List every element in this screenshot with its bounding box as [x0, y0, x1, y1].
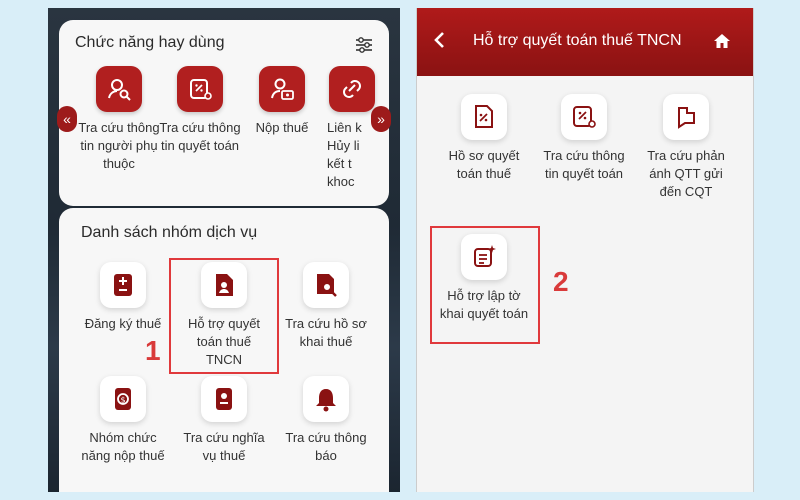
service-item-label: Đăng ký thuế [84, 316, 162, 331]
submenu-item-label: Hồ sơ quyết toán thuế [448, 148, 520, 181]
favorite-item-label: Nộp thuế [255, 120, 309, 135]
page-title: Hỗ trợ quyết toán thuế TNCN [473, 32, 682, 49]
service-item[interactable]: $ Nhóm chức năng nộp thuế [78, 376, 168, 465]
filter-settings-icon[interactable] [353, 34, 375, 56]
feedback-icon [663, 94, 709, 140]
favorite-item[interactable]: Nộp thuế [237, 66, 327, 137]
payment-group-icon: $ [100, 376, 146, 422]
service-item-label: Tra cứu thông báo [285, 430, 367, 463]
svg-text:$: $ [120, 396, 125, 405]
submenu-item[interactable]: Hồ sơ quyết toán thuế [439, 94, 529, 183]
highlight-box-step-2 [430, 226, 540, 344]
service-item[interactable]: Tra cứu thông báo [281, 376, 371, 465]
service-item[interactable]: Tra cứu hồ sơ khai thuế [281, 262, 371, 351]
step-number-1: 1 [145, 335, 161, 366]
scroll-left-button[interactable]: « [57, 106, 77, 132]
header-bar: Hỗ trợ quyết toán thuế TNCN [417, 8, 753, 76]
settlement-info-icon [561, 94, 607, 140]
favorites-card: Chức năng hay dùng Tra cứu thông tin ngư… [57, 20, 391, 206]
service-item-label: Nhóm chức năng nộp thuế [81, 430, 165, 463]
left-phone-screen: Chức năng hay dùng Tra cứu thông tin ngư… [48, 8, 400, 492]
pay-tax-icon [259, 66, 305, 112]
service-item-label: Tra cứu nghĩa vụ thuế [183, 430, 265, 463]
favorite-item[interactable]: Liên k Hủy li kết t khoc [321, 66, 381, 191]
back-arrow-icon[interactable] [431, 30, 449, 50]
services-title: Danh sách nhóm dịch vụ [81, 224, 258, 241]
step-number-2: 2 [553, 266, 569, 297]
favorite-item-label: Liên k Hủy li kết t khoc [327, 120, 362, 189]
obligation-icon [201, 376, 247, 422]
favorite-item[interactable]: Tra cứu thông tin quyết toán [155, 66, 245, 155]
tax-register-icon [100, 262, 146, 308]
service-item[interactable]: Đăng ký thuế [78, 262, 168, 333]
submenu-item[interactable]: Tra cứu phản ánh QTT gửi đến CQT [641, 94, 731, 201]
favorite-item[interactable]: Tra cứu thông tin người phụ thuộc [74, 66, 164, 173]
person-search-icon [96, 66, 142, 112]
service-item-label: Tra cứu hồ sơ khai thuế [285, 316, 367, 349]
submenu-item-label: Tra cứu phản ánh QTT gửi đến CQT [647, 148, 725, 199]
submenu-item[interactable]: Tra cứu thông tin quyết toán [539, 94, 629, 183]
right-phone-screen: Hỗ trợ quyết toán thuế TNCN Hồ sơ quyết … [416, 8, 754, 492]
settlement-info-icon [177, 66, 223, 112]
favorite-item-label: Tra cứu thông tin quyết toán [159, 120, 241, 153]
scroll-right-button[interactable]: » [371, 106, 391, 132]
home-icon[interactable] [713, 32, 731, 50]
bell-icon [303, 376, 349, 422]
favorite-item-label: Tra cứu thông tin người phụ thuộc [78, 120, 160, 171]
highlight-box-step-1 [169, 258, 279, 374]
doc-search-icon [303, 262, 349, 308]
submenu-item-label: Tra cứu thông tin quyết toán [543, 148, 625, 181]
favorites-title: Chức năng hay dùng [75, 34, 225, 51]
link-icon [329, 66, 375, 112]
service-item[interactable]: Tra cứu nghĩa vụ thuế [179, 376, 269, 465]
settlement-file-icon [461, 94, 507, 140]
